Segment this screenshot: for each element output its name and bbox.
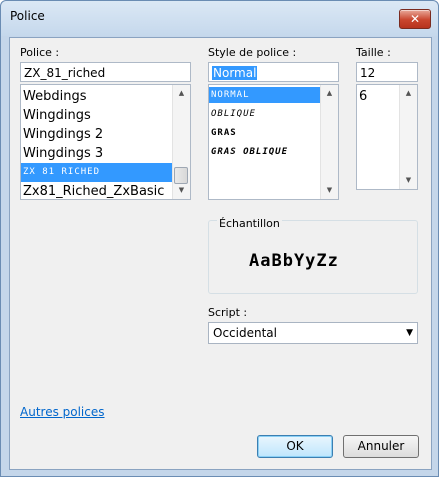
script-select[interactable]: Occidental ▼ [208, 322, 418, 344]
font-list-item-wingdings[interactable]: Wingdings [21, 106, 173, 125]
font-list-item-wingdings-2[interactable]: Wingdings 2 [21, 125, 173, 144]
title-bar: Police ✕ [1, 1, 438, 36]
style-label: Style de police : [208, 46, 297, 59]
size-list-item[interactable]: 6 [357, 87, 399, 106]
sample-preview-text: AaBbYyZz [249, 251, 339, 271]
size-list[interactable]: 6 ▲ ▼ [356, 84, 418, 190]
font-dialog: Police ✕ Police : ZX_81_riched Webdings … [0, 0, 439, 477]
dialog-body: Police : ZX_81_riched Webdings Wingdings… [9, 37, 432, 470]
close-button[interactable]: ✕ [399, 9, 431, 29]
size-input[interactable]: 12 [356, 62, 418, 82]
sample-group: Échantillon AaBbYyZz [208, 217, 418, 294]
style-list-item-bold-oblique[interactable]: GRAS OBLIQUE [209, 143, 321, 162]
style-list-item-normal[interactable]: NORMAL [209, 87, 321, 103]
style-list-item-oblique[interactable]: OBLIQUE [209, 105, 321, 124]
size-label: Taille : [356, 46, 391, 59]
scroll-down-arrow-icon[interactable]: ▼ [173, 182, 190, 199]
font-label: Police : [20, 46, 60, 59]
scroll-up-arrow-icon[interactable]: ▲ [173, 85, 190, 102]
font-list-item-webdings[interactable]: Webdings [21, 87, 173, 106]
cancel-button[interactable]: Annuler [343, 435, 419, 458]
scroll-down-arrow-icon[interactable]: ▼ [400, 172, 417, 189]
chevron-down-icon[interactable]: ▼ [406, 323, 413, 343]
font-list-item-wingdings-3[interactable]: Wingdings 3 [21, 144, 173, 163]
font-list-scrollbar[interactable]: ▲ ▼ [172, 85, 190, 199]
scroll-up-arrow-icon[interactable]: ▲ [400, 85, 417, 102]
close-icon: ✕ [409, 12, 421, 26]
window-title: Police [10, 9, 45, 23]
sample-text: AaBbYyZz [249, 251, 339, 271]
scroll-up-arrow-icon[interactable]: ▲ [321, 85, 338, 102]
ok-button[interactable]: OK [257, 435, 333, 458]
style-input[interactable]: Normal [208, 62, 339, 82]
font-list-item-zx81-riched[interactable]: ZX 81 RICHED [21, 163, 173, 182]
style-input-value: Normal [212, 66, 258, 80]
font-list-item-zx81-riched-zxbasic[interactable]: Zx81_Riched_ZxBasic [21, 182, 173, 199]
font-list[interactable]: Webdings Wingdings Wingdings 2 Wingdings… [20, 84, 191, 200]
style-list[interactable]: NORMAL OBLIQUE GRAS GRAS OBLIQUE ▲ ▼ [208, 84, 339, 200]
scroll-down-arrow-icon[interactable]: ▼ [321, 182, 338, 199]
font-name-input[interactable]: ZX_81_riched [20, 62, 191, 82]
style-list-item-bold[interactable]: GRAS [209, 124, 321, 143]
script-label: Script : [208, 306, 248, 319]
more-fonts-link[interactable]: Autres polices [20, 405, 105, 419]
style-list-scrollbar[interactable]: ▲ ▼ [320, 85, 338, 199]
sample-label: Échantillon [217, 217, 282, 230]
size-list-scrollbar[interactable]: ▲ ▼ [399, 85, 417, 189]
script-value: Occidental [213, 326, 277, 340]
